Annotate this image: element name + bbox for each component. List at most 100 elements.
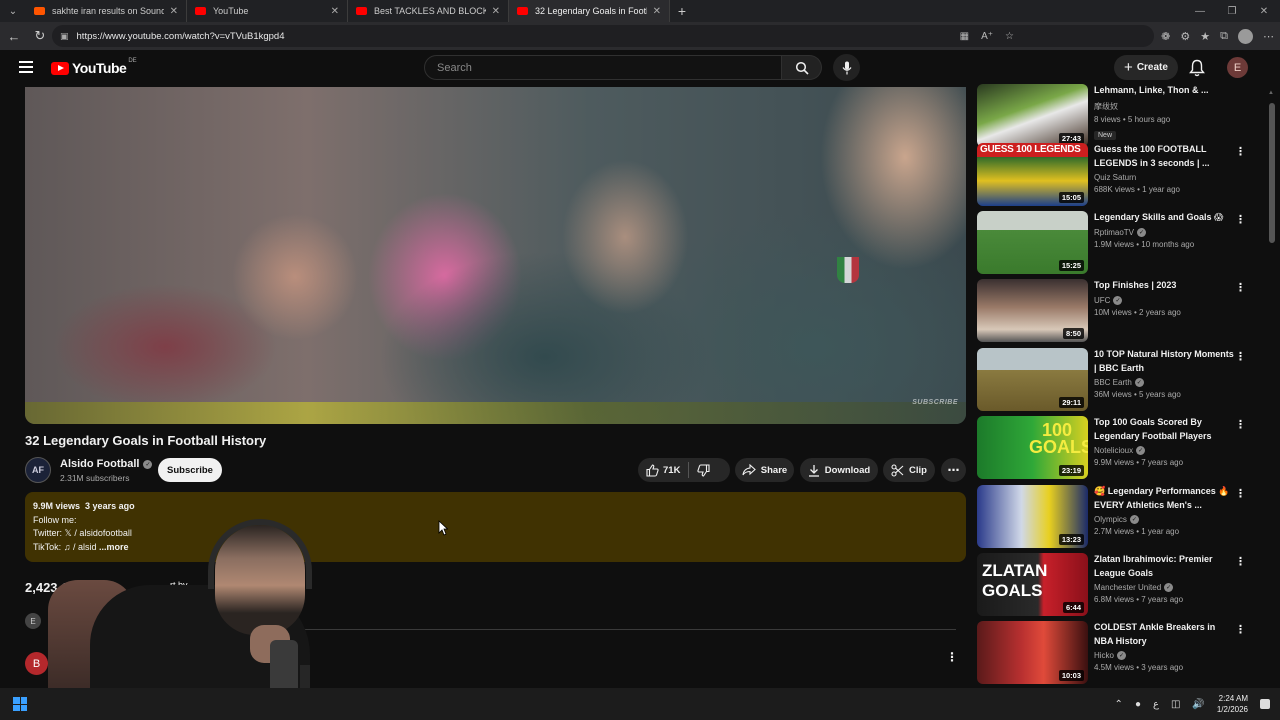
like-button[interactable]: 71K — [638, 458, 688, 482]
recommended-video[interactable]: 13:23 🥰 Legendary Performances 🔥 EVERY A… — [977, 485, 1269, 549]
extension-icon[interactable]: ❁ — [1161, 30, 1170, 43]
recommended-video[interactable]: GUESS 100 LEGENDS 15:05 Guess the 100 FO… — [977, 143, 1269, 207]
browser-tab[interactable]: sakhte iran results on SoundCloud ✕ — [26, 0, 187, 22]
share-button[interactable]: Share — [735, 458, 794, 482]
favorites-icon[interactable]: ★ — [1200, 30, 1210, 43]
close-tab-icon[interactable]: ✕ — [492, 6, 500, 17]
video-title[interactable]: 🥰 Legendary Performances 🔥 EVERY Athleti… — [1094, 485, 1234, 512]
video-menu-icon[interactable]: ⋮ — [1235, 555, 1246, 568]
close-tab-icon[interactable]: ✕ — [331, 6, 339, 17]
video-title[interactable]: Top Finishes | 2023 — [1094, 279, 1234, 293]
favorite-star-icon[interactable]: ☆ — [1005, 31, 1014, 42]
channel-name[interactable]: Manchester United ✓ — [1094, 583, 1234, 592]
video-thumbnail[interactable]: 100 GOALS 23:19 — [977, 416, 1088, 479]
recommended-video[interactable]: 27:43 Lehmann, Linke, Thon & ... 摩绂奴 8 v… — [977, 84, 1269, 148]
video-menu-icon[interactable]: ⋮ — [1235, 145, 1246, 158]
video-thumbnail[interactable]: 8:50 — [977, 279, 1088, 342]
subscribe-button[interactable]: Subscribe — [158, 458, 222, 482]
clip-button[interactable]: Clip — [883, 458, 935, 482]
video-player[interactable]: SUBSCRIBE — [25, 87, 966, 424]
recommended-video[interactable]: 10:03 COLDEST Ankle Breakers in NBA Hist… — [977, 621, 1269, 685]
channel-name[interactable]: Notelicioux ✓ — [1094, 446, 1234, 455]
channel-name[interactable]: Hicko ✓ — [1094, 651, 1234, 660]
video-thumbnail[interactable]: 10:03 — [977, 621, 1088, 684]
new-tab-plus-icon[interactable]: + — [670, 0, 694, 22]
page-scrollbar[interactable] — [1269, 103, 1275, 243]
video-title[interactable]: COLDEST Ankle Breakers in NBA History — [1094, 621, 1234, 648]
show-hidden-icons-chevron-icon[interactable]: ⌃ — [1115, 699, 1123, 710]
video-menu-icon[interactable]: ⋮ — [1235, 623, 1246, 636]
voice-search-button[interactable] — [833, 54, 860, 81]
close-tab-icon[interactable]: ✕ — [170, 6, 178, 17]
notifications-bell-icon[interactable] — [1189, 59, 1205, 77]
create-button[interactable]: + Create — [1114, 55, 1178, 80]
read-aloud-icon[interactable]: A⁺ — [981, 31, 993, 42]
video-title[interactable]: Guess the 100 FOOTBALL LEGENDS in 3 seco… — [1094, 143, 1234, 170]
channel-name[interactable]: BBC Earth ✓ — [1094, 378, 1234, 387]
video-thumbnail[interactable]: 29:11 — [977, 348, 1088, 411]
duration-badge: 10:03 — [1058, 670, 1084, 681]
close-window-icon[interactable]: ✕ — [1248, 0, 1280, 22]
close-tab-icon[interactable]: ✕ — [653, 6, 661, 17]
minimize-icon[interactable]: — — [1184, 0, 1216, 22]
reload-icon[interactable]: ↻ — [28, 24, 52, 48]
channel-name[interactable]: Olympics ✓ — [1094, 515, 1234, 524]
video-menu-icon[interactable]: ⋮ — [1235, 281, 1246, 294]
recommended-video[interactable]: 100 GOALS 23:19 Top 100 Goals Scored By … — [977, 416, 1269, 480]
profile-avatar-icon[interactable] — [1238, 28, 1253, 44]
app-available-icon[interactable]: ▦ — [960, 31, 969, 42]
video-title[interactable]: 10 TOP Natural History Moments | BBC Ear… — [1094, 348, 1234, 375]
video-title[interactable]: Zlatan Ibrahimovic: Premier League Goals — [1094, 553, 1234, 580]
browser-tab[interactable]: Best TACKLES AND BLOCKS | Sergio Ramos ✕ — [348, 0, 509, 22]
channel-name[interactable]: UFC ✓ — [1094, 295, 1234, 305]
search-input[interactable]: Search — [424, 55, 782, 80]
restore-icon[interactable]: ❐ — [1216, 0, 1248, 22]
video-thumbnail[interactable]: 15:25 — [977, 211, 1088, 274]
collections-icon[interactable]: ⧉ — [1220, 30, 1228, 43]
browser-essentials-icon[interactable]: ⚙ — [1180, 30, 1190, 43]
network-icon[interactable]: ◫ — [1171, 699, 1180, 710]
back-arrow-icon[interactable]: ← — [2, 24, 26, 48]
video-menu-icon[interactable]: ⋮ — [1235, 213, 1246, 226]
input-language-indicator[interactable]: ع — [1153, 699, 1159, 710]
channel-name[interactable]: Quiz Saturn — [1094, 173, 1234, 182]
video-title[interactable]: Legendary Skills and Goals 😱 — [1094, 211, 1234, 225]
comment-menu-icon[interactable]: ⋮ — [946, 650, 958, 664]
recommended-video[interactable]: 8:50 Top Finishes | 2023 UFC ✓ 10M views … — [977, 279, 1269, 343]
recommended-video[interactable]: 29:11 10 TOP Natural History Moments | B… — [977, 348, 1269, 412]
video-thumbnail[interactable]: ZLATAN GOALS 6:44 — [977, 553, 1088, 616]
video-menu-icon[interactable]: ⋮ — [1235, 350, 1246, 363]
channel-name[interactable]: Alsido Football ✓ — [60, 458, 153, 470]
windows-start-icon[interactable] — [13, 697, 27, 711]
video-title[interactable]: Top 100 Goals Scored By Legendary Footba… — [1094, 416, 1234, 443]
video-menu-icon[interactable]: ⋮ — [1235, 487, 1246, 500]
download-button[interactable]: Download — [800, 458, 878, 482]
video-thumbnail[interactable]: 13:23 — [977, 485, 1088, 548]
youtube-logo[interactable]: YouTube DE — [51, 58, 137, 76]
address-bar[interactable]: ▣ https://www.youtube.com/watch?v=vTVuB1… — [52, 25, 1154, 47]
browser-tab[interactable]: YouTube ✕ — [187, 0, 348, 22]
channel-avatar[interactable]: AF — [25, 457, 51, 483]
location-icon[interactable]: ● — [1135, 699, 1141, 710]
channel-name[interactable]: 摩绂奴 — [1094, 101, 1234, 112]
taskbar-clock[interactable]: 2:24 AM 1/2/2026 — [1217, 693, 1248, 715]
browser-tab-active[interactable]: 32 Legendary Goals in Football History ✕ — [509, 0, 670, 22]
channel-name[interactable]: RptimaoTV ✓ — [1094, 227, 1234, 237]
menu-icon[interactable] — [19, 61, 33, 73]
video-thumbnail[interactable]: 27:43 — [977, 84, 1088, 147]
notification-bell-icon[interactable] — [1260, 699, 1270, 709]
scroll-up-arrow-icon[interactable]: ▲ — [1268, 90, 1274, 96]
recommended-video[interactable]: 15:25 Legendary Skills and Goals 😱 Rptim… — [977, 211, 1269, 275]
video-title[interactable]: Lehmann, Linke, Thon & ... — [1094, 84, 1234, 98]
settings-more-icon[interactable]: ⋯ — [1263, 30, 1274, 43]
lock-icon[interactable]: ▣ — [60, 31, 69, 42]
more-actions-button[interactable]: ⋯ — [941, 458, 966, 482]
video-thumbnail[interactable]: GUESS 100 LEGENDS 15:05 — [977, 143, 1088, 206]
volume-icon[interactable]: 🔊 — [1192, 699, 1204, 710]
account-avatar[interactable]: E — [1227, 57, 1248, 78]
recommended-video[interactable]: ZLATAN GOALS 6:44 Zlatan Ibrahimovic: Pr… — [977, 553, 1269, 617]
search-button[interactable] — [782, 55, 822, 80]
dislike-button[interactable] — [689, 458, 718, 482]
video-menu-icon[interactable]: ⋮ — [1235, 418, 1246, 431]
tab-list-chevron-icon[interactable]: ⌄ — [0, 0, 26, 22]
